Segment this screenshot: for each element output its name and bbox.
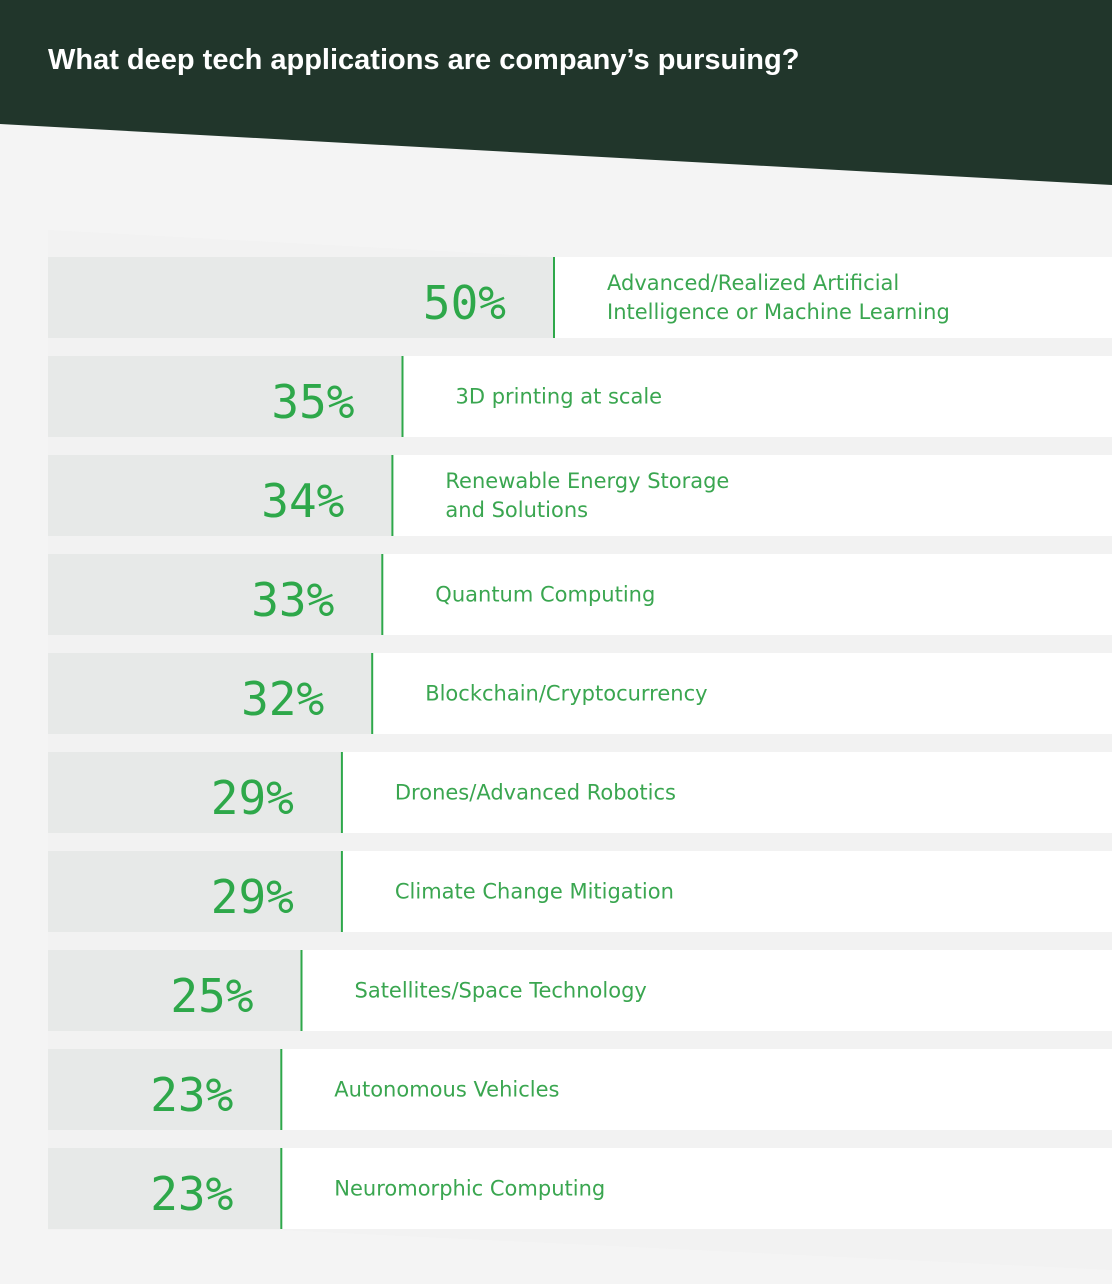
bar-end-line [280, 1148, 283, 1229]
bar-end-line [280, 1049, 283, 1130]
category-label: Climate Change Mitigation [395, 880, 674, 904]
value-label: 25% [170, 969, 253, 1023]
category-label-line: Drones/Advanced Robotics [395, 781, 676, 805]
category-label-line: 3D printing at scale [456, 385, 663, 409]
value-label: 23% [150, 1167, 233, 1221]
category-label-line: Climate Change Mitigation [395, 880, 674, 904]
bar [48, 752, 341, 833]
bar-end-line [391, 455, 394, 536]
value-label: 23% [150, 1068, 233, 1122]
value-label: 33% [251, 573, 334, 627]
value-label: 50% [423, 276, 506, 330]
category-label-line: Blockchain/Cryptocurrency [425, 682, 707, 706]
value-label: 29% [211, 870, 294, 924]
bar-chart: 50% Advanced/Realized Artificial Intellige… [48, 230, 1112, 1270]
value-label: 34% [261, 474, 344, 528]
category-label-line: Quantum Computing [435, 583, 655, 607]
category-label: Neuromorphic Computing [334, 1177, 605, 1201]
category-label-line: and Solutions [445, 498, 588, 522]
category-label-line: Intelligence or Machine Learning [607, 300, 950, 324]
category-label: Quantum Computing [435, 583, 655, 607]
bar-end-line [340, 851, 343, 932]
category-label-line: Advanced/Realized Artificial [607, 271, 899, 295]
bar-end-line [381, 554, 384, 635]
category-label: 3D printing at scale [456, 385, 663, 409]
category-label: Drones/Advanced Robotics [395, 781, 676, 805]
category-label-line: Autonomous Vehicles [334, 1078, 559, 1102]
category-label-line: Neuromorphic Computing [334, 1177, 605, 1201]
bar-end-line [371, 653, 374, 734]
category-label: Satellites/Space Technology [355, 979, 647, 1003]
category-label: Autonomous Vehicles [334, 1078, 559, 1102]
row-background [391, 455, 1112, 536]
bar-end-line [340, 752, 343, 833]
category-label: Blockchain/Cryptocurrency [425, 682, 707, 706]
category-label-line: Satellites/Space Technology [355, 979, 647, 1003]
row-background [553, 257, 1112, 338]
value-label: 32% [241, 672, 324, 726]
value-label: 29% [211, 771, 294, 825]
value-label: 35% [271, 375, 354, 429]
bar-end-line [300, 950, 303, 1031]
bar-end-line [401, 356, 404, 437]
bar [48, 851, 341, 932]
bar-end-line [553, 257, 555, 338]
category-label-line: Renewable Energy Storage [445, 469, 729, 493]
